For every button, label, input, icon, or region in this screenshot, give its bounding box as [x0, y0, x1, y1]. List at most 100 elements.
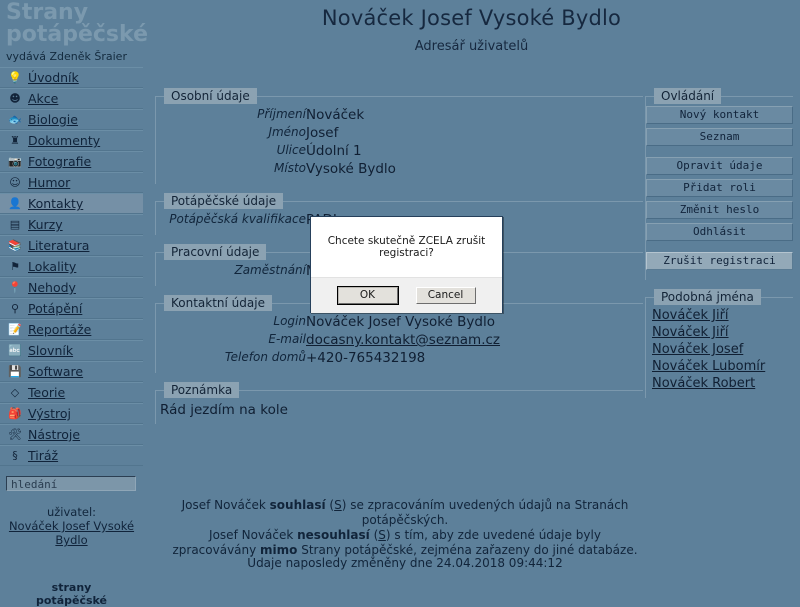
consent-1b: souhlasí [269, 498, 326, 512]
brand-line-2: potápěčské [6, 22, 148, 47]
detail-key: Ulice [276, 143, 306, 157]
stamp-icon: ♜ [10, 134, 20, 147]
consent-toggle-1[interactable]: S [334, 498, 342, 512]
detail-key: Zaměstnání [234, 263, 306, 277]
sidebar-item-literatura[interactable]: 📚 Literatura [0, 235, 143, 256]
sidebar-item-teorie[interactable]: ◇ Teorie [0, 382, 143, 403]
sidebar-item-label: Biologie [28, 112, 78, 127]
control-button-odhl-sit[interactable]: Odhlásit [646, 223, 793, 241]
sidebar-item-label: Teorie [28, 385, 66, 400]
control-button-nov-kontakt[interactable]: Nový kontakt [646, 106, 793, 124]
control-button-opravit-daje[interactable]: Opravit údaje [646, 157, 793, 175]
email-link[interactable]: docasny.kontakt@seznam.cz [306, 332, 500, 348]
similar-names-list: Nováček Jiří Nováček Jiří Nováček Josef Nov… [646, 307, 793, 392]
sidebar-item-slovn-k[interactable]: 🔤 Slovník [0, 340, 143, 361]
consent-1d: ) se zpracováním uvedených údajů na Stra… [341, 498, 629, 527]
detail-row: Jméno Josef [156, 124, 643, 142]
similar-name-link[interactable]: Nováček Jiří [646, 307, 793, 324]
current-user-link[interactable]: Nováček Josef Vysoké Bydlo [0, 519, 143, 547]
face-icon: ☻ [9, 92, 21, 105]
sidebar-item-humor[interactable]: ☺ Humor [0, 172, 143, 193]
button-group-separator [646, 150, 793, 157]
last-changed-label: Údaje naposledy změněny dne 24.04.2018 0… [247, 556, 563, 570]
control-button-zm-nit-heslo[interactable]: Změnit heslo [646, 201, 793, 219]
detail-value: Vysoké Bydlo [306, 161, 396, 177]
sidebar-footer-line-1: strany [51, 581, 92, 594]
detail-key: Příjmení [257, 107, 306, 121]
sidebar-item-label: Výstroj [28, 406, 72, 421]
search-input[interactable]: hledání [6, 476, 136, 491]
section-controls-legend: Ovládání [654, 88, 722, 104]
similar-name-link[interactable]: Nováček Robert [646, 375, 793, 392]
sidebar-item-nehody[interactable]: 📍 Nehody [0, 277, 143, 298]
similar-name-link[interactable]: Nováček Jiří [646, 324, 793, 341]
section-work-legend: Pracovní údaje [164, 244, 267, 260]
sidebar-item-kontakty[interactable]: 👤 Kontakty [0, 193, 143, 214]
detail-value: Údolní 1 [306, 143, 362, 159]
detail-row: Telefon domů +420-765432198 [156, 349, 643, 367]
sidebar-item--vodn-k[interactable]: 💡 Úvodník [0, 67, 143, 88]
sidebar-item-pot-p-n-[interactable]: ⚲ Potápění [0, 298, 143, 319]
sidebar-item-software[interactable]: 💾 Software [0, 361, 143, 382]
sidebar-item-fotografie[interactable]: 📷 Fotografie [0, 151, 143, 172]
page-title: Nováček Josef Vysoké Bydlo [321, 6, 622, 30]
detail-row: Příjmení Nováček [156, 106, 643, 124]
consent-3a: zpracovávány [172, 543, 261, 557]
section-contact-table: Login Nováček Josef Vysoké Bydlo E-mail doc… [156, 313, 643, 367]
consent-3c: Strany potápěčské, zejména zařazeny do j… [297, 543, 638, 557]
sidebar-item-label: Fotografie [28, 154, 92, 169]
dictionary-icon: 🔤 [8, 344, 22, 357]
sidebar-item-label: Slovník [28, 343, 74, 358]
sidebar-item-dokumenty[interactable]: ♜ Dokumenty [0, 130, 143, 151]
contacts-icon: 👤 [8, 197, 22, 210]
sidebar-item-label: Tiráž [28, 448, 59, 463]
sidebar-item-lokality[interactable]: ⚑ Lokality [0, 256, 143, 277]
gear-equipment-icon: 🎒 [8, 407, 22, 420]
consent-1c: ( [325, 498, 335, 512]
publisher-label: vydává Zdeněk Šraier [6, 50, 127, 63]
sidebar-item-tir-[interactable]: § Tiráž [0, 445, 143, 466]
detail-value: Nováček [306, 107, 365, 123]
sidebar-item-label: Humor [28, 175, 71, 190]
site-brand: Strany potápěčské [0, 0, 148, 47]
dialog-message: Chcete skutečně ZCELA zrušit registraci? [311, 217, 502, 277]
section-note: Poznámka Rád jezdím na kole [155, 382, 643, 424]
sidebar-item-n-stroje[interactable]: 🛠 Nástroje [0, 424, 143, 445]
clown-icon: ☺ [9, 176, 21, 189]
detail-key: Potápěčská kvalifikace [169, 212, 306, 226]
paragraph-icon: § [12, 449, 18, 462]
control-button-seznam[interactable]: Seznam [646, 128, 793, 146]
sidebar-item-v-stroj[interactable]: 🎒 Výstroj [0, 403, 143, 424]
sidebar-item-biologie[interactable]: 🐟 Biologie [0, 109, 143, 130]
detail-row: E-mail docasny.kontakt@seznam.cz [156, 331, 643, 349]
sidebar-item-akce[interactable]: ☻ Akce [0, 88, 143, 109]
sidebar-item-report-e[interactable]: 📝 Reportáže [0, 319, 143, 340]
sidebar-item-label: Potápění [28, 301, 83, 316]
right-panel: Ovládání Nový kontakt Seznam Opravit údaje… [645, 88, 793, 407]
sidebar-item-label: Dokumenty [28, 133, 101, 148]
tools-icon: 🛠 [8, 428, 22, 441]
section-diving-legend: Potápěčské údaje [164, 193, 284, 209]
control-button-zru-it-registraci[interactable]: Zrušit registraci [646, 252, 793, 270]
control-button-p-idat-roli[interactable]: Přidat roli [646, 179, 793, 197]
sidebar-item-label: Kurzy [28, 217, 63, 232]
detail-key: E-mail [268, 332, 306, 346]
similar-name-link[interactable]: Nováček Josef [646, 341, 793, 358]
section-note-legend: Poznámka [164, 382, 240, 398]
section-controls: Ovládání Nový kontakt Seznam Opravit údaje… [645, 88, 793, 280]
confirm-dialog: Chcete skutečně ZCELA zrušit registraci?… [310, 216, 503, 313]
diveflag-icon: ⚑ [10, 260, 20, 273]
dialog-cancel-button[interactable]: Cancel [415, 287, 476, 304]
sidebar-item-label: Software [28, 364, 84, 379]
dialog-ok-button[interactable]: OK [336, 286, 399, 305]
sidebar-item-kurzy[interactable]: ▤ Kurzy [0, 214, 143, 235]
sidebar-item-label: Akce [28, 91, 59, 106]
detail-value: Josef [306, 125, 339, 141]
sidebar-item-label: Literatura [28, 238, 90, 253]
detail-value: +420-765432198 [306, 350, 426, 366]
brand-line-1: Strany [6, 0, 89, 25]
sidebar-footer: strany potápěčské [0, 581, 143, 607]
detail-value: docasny.kontakt@seznam.cz [306, 331, 643, 349]
consent-toggle-2[interactable]: S [378, 528, 386, 542]
similar-name-link[interactable]: Nováček Lubomír [646, 358, 793, 375]
